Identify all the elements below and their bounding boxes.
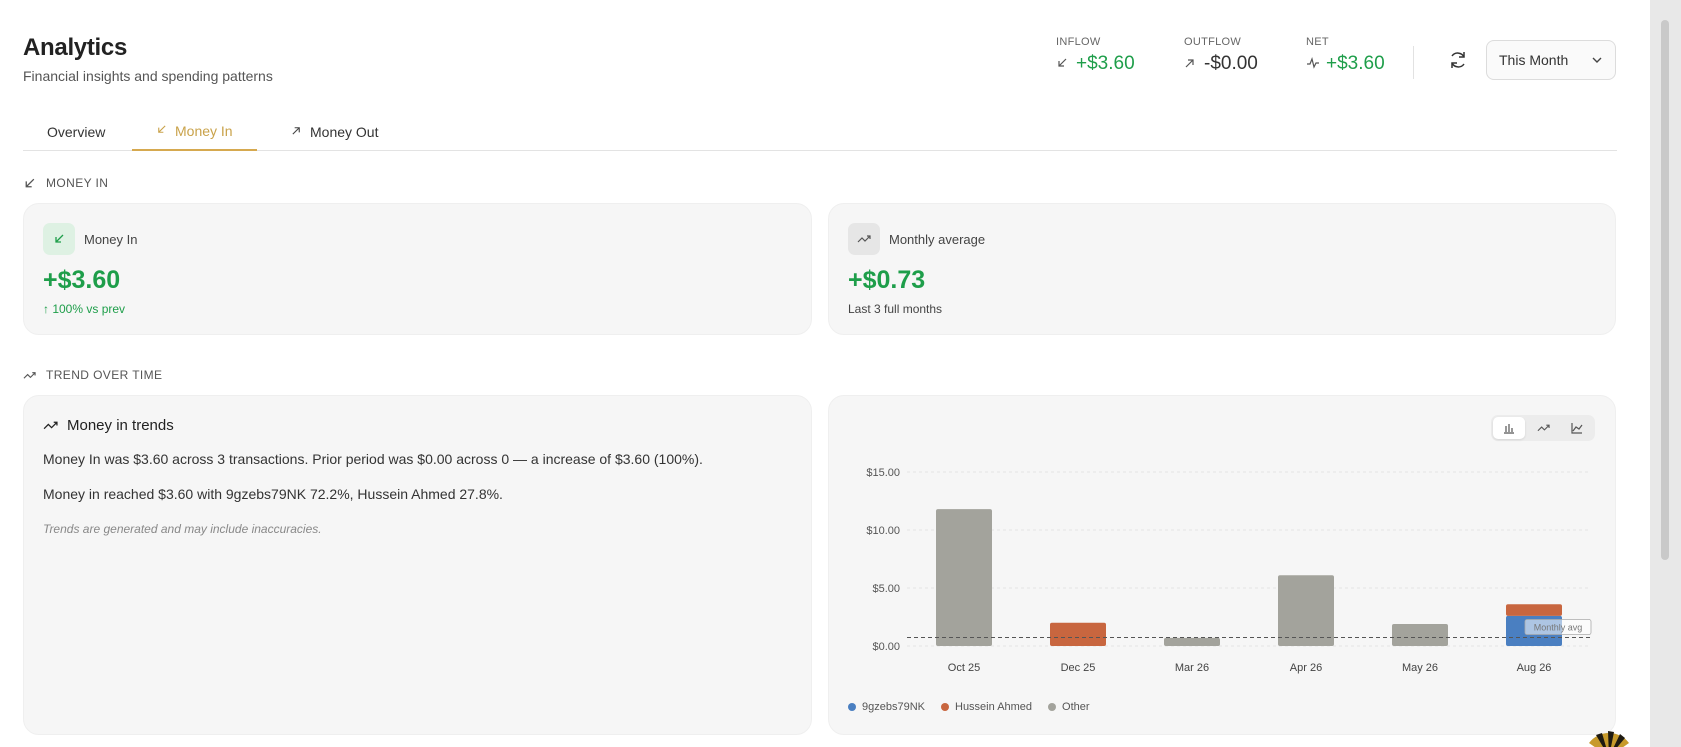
outflow-stat: OUTFLOW -$0.00 xyxy=(1184,36,1274,75)
section-money-in-label: MONEY IN xyxy=(46,176,109,190)
trends-card: Money in trends Money In was $3.60 acros… xyxy=(23,395,812,735)
chart-legend: 9gzebs79NK Hussein Ahmed Other xyxy=(848,701,1090,713)
money-in-chart: $0.00 $5.00 $10.00 $15.00 Oct 25 Dec 25 Mar 26… xyxy=(866,467,1592,674)
legend-item: 9gzebs79NK xyxy=(848,701,925,713)
bar xyxy=(1392,623,1448,646)
period-select[interactable]: This Month xyxy=(1486,40,1616,80)
net-stat: NET +$3.60 xyxy=(1306,36,1396,75)
legend-swatch xyxy=(1048,703,1057,711)
bar xyxy=(1050,622,1106,646)
summary-stats: INFLOW +$3.60 OUTFLOW -$0.00 NET +$3.60 xyxy=(1056,36,1428,75)
monthly-average-sub: Last 3 full months xyxy=(848,302,943,316)
activity-icon xyxy=(1306,56,1320,72)
legend-label: Other xyxy=(1062,701,1090,713)
bar xyxy=(1164,637,1220,646)
chevron-down-icon xyxy=(1592,57,1602,63)
money-in-value: +$3.60 xyxy=(43,266,121,294)
legend-item: Hussein Ahmed xyxy=(941,701,1032,713)
legend-swatch xyxy=(848,703,856,711)
x-tick-label: Apr 26 xyxy=(1290,662,1322,674)
monthly-average-value: +$0.73 xyxy=(848,266,926,294)
period-select-value: This Month xyxy=(1499,52,1569,68)
tab-money-out-label: Money Out xyxy=(310,123,379,140)
tab-overview[interactable]: Overview xyxy=(23,112,129,151)
refresh-icon xyxy=(1451,52,1465,68)
x-tick-label: Aug 26 xyxy=(1517,662,1552,674)
arrow-down-left-icon xyxy=(156,124,167,138)
legend-label: Hussein Ahmed xyxy=(955,701,1033,713)
trending-up-icon xyxy=(23,371,36,379)
section-trend: TREND OVER TIME xyxy=(23,368,162,382)
net-value: +$3.60 xyxy=(1326,53,1385,74)
chart-card: $0.00 $5.00 $10.00 $15.00 Oct 25 Dec 25 Mar 26… xyxy=(828,395,1616,735)
x-tick-label: May 26 xyxy=(1402,662,1438,674)
bar xyxy=(936,509,992,646)
refresh-button[interactable] xyxy=(1446,48,1470,72)
page-header: Analytics Financial insights and spendin… xyxy=(23,34,273,84)
inflow-label: INFLOW xyxy=(1056,36,1101,48)
inflow-stat: INFLOW +$3.60 xyxy=(1056,36,1152,75)
page-subtitle: Financial insights and spending patterns xyxy=(23,68,273,84)
section-trend-label: TREND OVER TIME xyxy=(46,368,163,382)
y-tick-label: $5.00 xyxy=(872,583,900,595)
trends-title: Money in trends xyxy=(67,417,174,434)
x-tick-label: Dec 25 xyxy=(1061,662,1096,674)
trends-disclaimer: Trends are generated and may include ina… xyxy=(43,522,322,536)
analytics-tabs: Overview Money In Money Out xyxy=(23,112,1617,151)
outflow-label: OUTFLOW xyxy=(1184,36,1242,48)
arrow-up-right-icon xyxy=(291,125,302,139)
y-tick-label: $10.00 xyxy=(866,525,900,537)
outflow-value: -$0.00 xyxy=(1204,53,1258,74)
bar xyxy=(1278,575,1334,646)
trending-up-icon xyxy=(43,421,58,430)
tab-money-out[interactable]: Money Out xyxy=(267,112,402,151)
y-tick-label: $15.00 xyxy=(866,467,900,479)
legend-item: Other xyxy=(1048,701,1090,713)
monthly-average-card: Monthly average +$0.73 Last 3 full month… xyxy=(828,203,1616,335)
section-money-in: MONEY IN xyxy=(23,176,108,190)
analytics-page: Analytics Financial insights and spendin… xyxy=(0,0,1650,747)
trending-up-icon xyxy=(848,223,880,255)
money-in-change: ↑ 100% vs prev xyxy=(43,302,126,316)
page-scrollbar[interactable] xyxy=(1650,0,1681,747)
monthly-average-label: Monthly average xyxy=(889,231,986,247)
scrollbar-thumb[interactable] xyxy=(1661,20,1669,560)
arrow-down-left-icon xyxy=(1056,57,1070,72)
net-label: NET xyxy=(1306,36,1329,48)
money-in-card-label: Money In xyxy=(84,231,138,247)
arrow-down-left-icon xyxy=(25,178,35,187)
tab-money-in[interactable]: Money In xyxy=(132,112,257,151)
legend-label: 9gzebs79NK xyxy=(862,701,925,713)
money-in-card: Money In +$3.60 ↑ 100% vs prev xyxy=(23,203,812,335)
arrow-up-right-icon xyxy=(1184,57,1198,72)
monthly-avg-label: Monthly avg xyxy=(1534,623,1583,633)
x-tick-label: Oct 25 xyxy=(948,662,980,674)
y-tick-label: $0.00 xyxy=(872,641,900,653)
header-divider xyxy=(1413,46,1414,79)
bar xyxy=(1506,604,1562,616)
tab-money-in-label: Money In xyxy=(175,122,233,139)
decorative-fan-icon xyxy=(1584,723,1634,747)
trends-paragraph-1: Money In was $3.60 across 3 transactions… xyxy=(43,451,703,467)
x-tick-label: Mar 26 xyxy=(1175,662,1209,674)
trends-paragraph-2: Money in reached $3.60 with 9gzebs79NK 7… xyxy=(43,486,503,502)
legend-swatch xyxy=(941,703,949,711)
tab-overview-label: Overview xyxy=(47,123,106,140)
page-title: Analytics xyxy=(23,34,128,61)
arrow-down-left-icon xyxy=(43,223,75,255)
inflow-value: +$3.60 xyxy=(1076,53,1135,74)
